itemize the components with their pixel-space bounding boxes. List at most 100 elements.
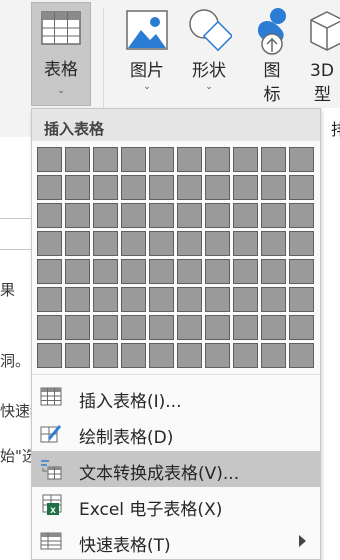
table-grid-cell[interactable] bbox=[149, 231, 174, 256]
table-grid-cell[interactable] bbox=[233, 259, 258, 284]
table-grid-cell[interactable] bbox=[177, 147, 202, 172]
table-grid-cell[interactable] bbox=[121, 259, 146, 284]
table-grid-cell[interactable] bbox=[289, 259, 314, 284]
table-grid-cell[interactable] bbox=[261, 147, 286, 172]
table-grid-cell[interactable] bbox=[205, 343, 230, 368]
table-grid-cell[interactable] bbox=[261, 315, 286, 340]
table-grid-cell[interactable] bbox=[233, 203, 258, 228]
chevron-down-icon: ⌄ bbox=[57, 86, 65, 96]
table-grid-cell[interactable] bbox=[289, 175, 314, 200]
picture-button[interactable]: 图片 ⌄ bbox=[122, 2, 172, 106]
menu-item-excel-table[interactable]: x Excel 电子表格(X) bbox=[32, 487, 320, 523]
table-grid-cell[interactable] bbox=[93, 175, 118, 200]
table-grid-cell[interactable] bbox=[121, 315, 146, 340]
table-grid-cell[interactable] bbox=[233, 343, 258, 368]
table-grid-cell[interactable] bbox=[261, 175, 286, 200]
3d-models-label-2: 型 bbox=[314, 85, 331, 105]
table-grid-cell[interactable] bbox=[93, 203, 118, 228]
table-grid-cell[interactable] bbox=[121, 147, 146, 172]
chevron-down-icon: ⌄ bbox=[205, 82, 213, 92]
shapes-button[interactable]: 形状 ⌄ bbox=[184, 2, 234, 106]
table-grid-cell[interactable] bbox=[37, 287, 62, 312]
table-button[interactable]: 表格 ⌄ bbox=[31, 2, 91, 106]
document-field[interactable] bbox=[0, 218, 34, 250]
table-grid-cell[interactable] bbox=[65, 315, 90, 340]
table-grid-cell[interactable] bbox=[177, 231, 202, 256]
table-grid-cell[interactable] bbox=[289, 231, 314, 256]
table-grid-cell[interactable] bbox=[65, 203, 90, 228]
table-grid-cell[interactable] bbox=[149, 175, 174, 200]
table-grid-cell[interactable] bbox=[177, 175, 202, 200]
table-grid-cell[interactable] bbox=[233, 231, 258, 256]
table-grid-cell[interactable] bbox=[65, 259, 90, 284]
table-grid-cell[interactable] bbox=[233, 315, 258, 340]
table-grid-cell[interactable] bbox=[93, 315, 118, 340]
table-grid-cell[interactable] bbox=[233, 175, 258, 200]
icons-button-label-2: 标 bbox=[263, 85, 281, 105]
table-grid-cell[interactable] bbox=[205, 231, 230, 256]
table-grid-cell[interactable] bbox=[177, 203, 202, 228]
table-grid-cell[interactable] bbox=[93, 343, 118, 368]
table-grid-cell[interactable] bbox=[149, 259, 174, 284]
table-grid-cell[interactable] bbox=[149, 315, 174, 340]
table-grid-cell[interactable] bbox=[37, 231, 62, 256]
document-text-line: 快速秒 bbox=[0, 402, 34, 420]
table-grid-cell[interactable] bbox=[93, 147, 118, 172]
table-grid-cell[interactable] bbox=[93, 287, 118, 312]
table-grid-cell[interactable] bbox=[177, 259, 202, 284]
table-grid-cell[interactable] bbox=[65, 287, 90, 312]
3d-models-label-1: 3D bbox=[310, 61, 334, 81]
table-grid-cell[interactable] bbox=[37, 175, 62, 200]
table-grid-cell[interactable] bbox=[37, 259, 62, 284]
menu-item-draw-table[interactable]: 绘制表格(D) bbox=[32, 415, 320, 451]
table-grid-cell[interactable] bbox=[121, 203, 146, 228]
table-grid-cell[interactable] bbox=[261, 287, 286, 312]
table-grid-cell[interactable] bbox=[205, 175, 230, 200]
table-grid-cell[interactable] bbox=[149, 287, 174, 312]
table-grid-cell[interactable] bbox=[233, 147, 258, 172]
table-grid-cell[interactable] bbox=[261, 343, 286, 368]
table-grid-cell[interactable] bbox=[177, 343, 202, 368]
menu-item-quick-table[interactable]: 快速表格(T) bbox=[32, 523, 320, 559]
table-grid-cell[interactable] bbox=[205, 147, 230, 172]
table-grid-cell[interactable] bbox=[289, 287, 314, 312]
table-grid-cell[interactable] bbox=[289, 315, 314, 340]
table-grid-cell[interactable] bbox=[177, 315, 202, 340]
table-grid-cell[interactable] bbox=[93, 231, 118, 256]
table-grid-cell[interactable] bbox=[177, 287, 202, 312]
table-grid-cell[interactable] bbox=[205, 287, 230, 312]
table-grid-cell[interactable] bbox=[121, 175, 146, 200]
table-grid-cell[interactable] bbox=[37, 147, 62, 172]
table-grid-cell[interactable] bbox=[37, 203, 62, 228]
table-grid-cell[interactable] bbox=[65, 343, 90, 368]
table-grid-cell[interactable] bbox=[205, 259, 230, 284]
table-grid-cell[interactable] bbox=[289, 203, 314, 228]
menu-item-insert-table[interactable]: 插入表格(I)... bbox=[32, 379, 320, 415]
table-grid-cell[interactable] bbox=[261, 203, 286, 228]
menu-item-text-to-table[interactable]: 文本转换成表格(V)... bbox=[32, 451, 320, 487]
table-grid-cell[interactable] bbox=[149, 343, 174, 368]
table-grid-cell[interactable] bbox=[93, 259, 118, 284]
table-grid-cell[interactable] bbox=[121, 287, 146, 312]
table-grid-cell[interactable] bbox=[121, 343, 146, 368]
table-grid-cell[interactable] bbox=[65, 175, 90, 200]
table-grid-cell[interactable] bbox=[289, 147, 314, 172]
table-grid-cell[interactable] bbox=[149, 203, 174, 228]
table-grid-cell[interactable] bbox=[121, 231, 146, 256]
insert-table-dropdown: 插入表格 插入表格(I)... 绘制表格(D) 文本转换成表格(V)... x … bbox=[31, 108, 321, 560]
table-grid-cell[interactable] bbox=[205, 203, 230, 228]
table-grid-cell[interactable] bbox=[261, 231, 286, 256]
table-grid-cell[interactable] bbox=[37, 343, 62, 368]
cube-icon bbox=[310, 11, 340, 51]
table-grid-cell[interactable] bbox=[261, 259, 286, 284]
3d-models-button[interactable]: 3D 型 bbox=[306, 2, 340, 106]
icons-button[interactable]: 图 标 bbox=[250, 2, 294, 106]
table-grid-cell[interactable] bbox=[65, 147, 90, 172]
table-grid-cell[interactable] bbox=[233, 287, 258, 312]
table-grid-cell[interactable] bbox=[149, 147, 174, 172]
table-grid-cell[interactable] bbox=[65, 231, 90, 256]
table-grid-cell[interactable] bbox=[205, 315, 230, 340]
table-size-grid[interactable] bbox=[37, 147, 314, 368]
table-grid-cell[interactable] bbox=[37, 315, 62, 340]
table-grid-cell[interactable] bbox=[289, 343, 314, 368]
